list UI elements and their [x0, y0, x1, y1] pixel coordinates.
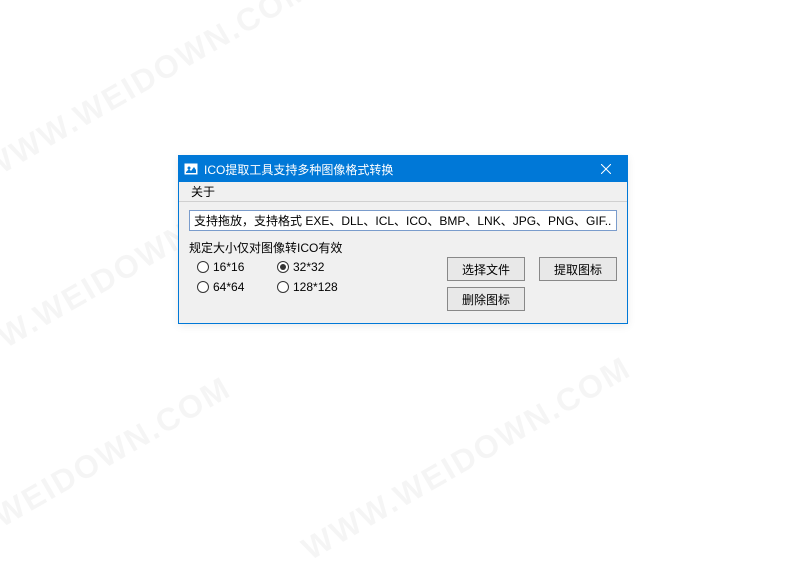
window-title: ICO提取工具支持多种图像格式转换: [204, 161, 585, 178]
radio-16x16[interactable]: 16*16: [197, 260, 277, 274]
format-hint-input[interactable]: [189, 210, 617, 231]
size-group-label: 规定大小仅对图像转ICO有效: [189, 239, 439, 256]
watermark-text: WWW.WEIDOWN.COM: [0, 369, 237, 588]
size-group: 规定大小仅对图像转ICO有效 16*16 32*32 64*64: [189, 239, 439, 294]
select-file-button[interactable]: 选择文件: [447, 257, 525, 281]
radio-label: 128*128: [293, 280, 338, 294]
radio-circle-icon: [197, 261, 209, 273]
radio-label: 32*32: [293, 260, 324, 274]
extract-icon-button[interactable]: 提取图标: [539, 257, 617, 281]
radio-circle-icon: [277, 281, 289, 293]
watermark-text: WWW.WEIDOWN.COM: [296, 349, 638, 568]
titlebar[interactable]: ICO提取工具支持多种图像格式转换: [179, 156, 627, 182]
radio-circle-icon: [277, 261, 289, 273]
radio-128x128[interactable]: 128*128: [277, 280, 377, 294]
content-area: 规定大小仅对图像转ICO有效 16*16 32*32 64*64: [179, 202, 627, 323]
radio-label: 16*16: [213, 260, 244, 274]
radio-circle-icon: [197, 281, 209, 293]
delete-icon-button[interactable]: 删除图标: [447, 287, 525, 311]
radio-32x32[interactable]: 32*32: [277, 260, 377, 274]
button-column: 选择文件 提取图标 删除图标: [447, 257, 617, 311]
radio-64x64[interactable]: 64*64: [197, 280, 277, 294]
radio-label: 64*64: [213, 280, 244, 294]
close-button[interactable]: [585, 156, 627, 182]
app-window: ICO提取工具支持多种图像格式转换 关于 规定大小仅对图像转ICO有效 16*1…: [178, 155, 628, 324]
menubar: 关于: [179, 182, 627, 202]
menu-about[interactable]: 关于: [185, 181, 221, 202]
app-icon: [183, 161, 199, 177]
